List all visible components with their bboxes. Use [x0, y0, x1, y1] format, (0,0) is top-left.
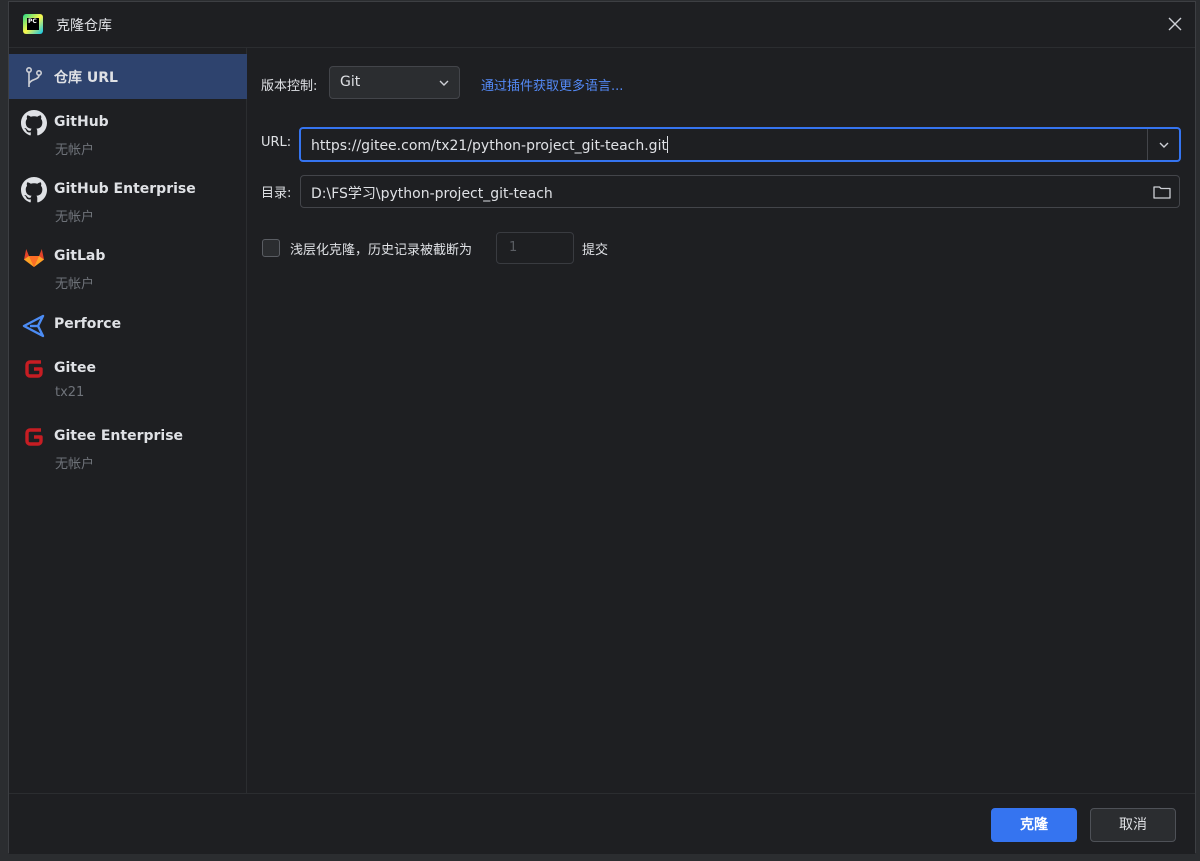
sidebar-item-label: Perforce — [54, 316, 122, 332]
sidebar-item-gitlab[interactable]: GitLab 无帐户 — [9, 237, 247, 300]
sidebar-item-perforce[interactable]: Perforce — [9, 304, 247, 349]
git-branch-icon — [26, 66, 43, 87]
directory-value: D:\FS学习\python-project_git-teach — [311, 186, 553, 202]
sidebar-item-label: 仓库 URL — [54, 70, 118, 86]
clone-form-panel: 版本控制: Git 通过插件获取更多语言... URL: https://git… — [248, 48, 1195, 793]
sidebar-item-github-enterprise[interactable]: GitHub Enterprise 无帐户 — [9, 170, 247, 233]
sidebar-item-account: 无帐户 — [55, 210, 95, 225]
url-history-dropdown[interactable] — [1148, 129, 1179, 160]
url-input[interactable]: https://gitee.com/tx21/python-project_gi… — [299, 127, 1181, 162]
vcs-select-value: Git — [340, 74, 361, 90]
shallow-clone-checkbox[interactable] — [262, 239, 280, 257]
gitee-icon — [25, 428, 43, 446]
plugin-languages-link[interactable]: 通过插件获取更多语言... — [481, 75, 623, 94]
sidebar-item-account: 无帐户 — [55, 143, 95, 158]
sidebar-item-account: 无帐户 — [55, 457, 95, 472]
shallow-depth-value: 1 — [509, 240, 518, 255]
sidebar-item-github[interactable]: GitHub 无帐户 — [9, 103, 247, 166]
browse-folder-button[interactable] — [1151, 181, 1173, 203]
sidebar-item-repository-url[interactable]: 仓库 URL — [9, 54, 247, 99]
sidebar-item-label: Gitee — [54, 360, 96, 376]
close-button[interactable] — [1165, 14, 1185, 34]
sidebar-item-account: 无帐户 — [55, 277, 95, 292]
perforce-icon — [22, 314, 45, 338]
directory-label: 目录: — [261, 186, 292, 201]
text-cursor — [666, 136, 668, 153]
vcs-select[interactable]: Git — [329, 66, 460, 99]
dialog-title: 克隆仓库 — [56, 18, 112, 34]
github-icon — [21, 177, 47, 203]
shallow-clone-suffix: 提交 — [582, 243, 609, 258]
close-icon — [1168, 17, 1182, 31]
shallow-depth-input[interactable]: 1 — [496, 232, 574, 264]
sidebar-item-gitee[interactable]: Gitee tx21 — [9, 349, 247, 412]
sidebar-item-label: GitHub — [54, 114, 109, 130]
chevron-down-icon — [439, 80, 449, 86]
pycharm-icon: PC — [23, 14, 43, 34]
url-label: URL: — [261, 135, 292, 150]
sidebar-item-label: Gitee Enterprise — [54, 428, 184, 444]
folder-icon — [1153, 186, 1171, 199]
vcs-label: 版本控制: — [261, 79, 318, 94]
directory-input[interactable]: D:\FS学习\python-project_git-teach — [300, 175, 1180, 208]
github-icon — [21, 110, 47, 136]
dialog-footer: 克隆 取消 — [9, 793, 1195, 854]
sidebar-item-label: GitLab — [54, 248, 106, 264]
sidebar-item-label: GitHub Enterprise — [54, 181, 196, 197]
chevron-down-icon — [1159, 142, 1169, 148]
clone-source-sidebar: 仓库 URL GitHub 无帐户 GitHub Enterprise 无帐户 … — [9, 48, 247, 793]
title-bar: PC 克隆仓库 — [9, 2, 1195, 48]
clone-button[interactable]: 克隆 — [991, 808, 1077, 842]
gitee-icon — [25, 360, 43, 378]
sidebar-item-gitee-enterprise[interactable]: Gitee Enterprise 无帐户 — [9, 417, 247, 480]
gitlab-icon — [24, 249, 44, 267]
cancel-button[interactable]: 取消 — [1090, 808, 1176, 842]
url-value: https://gitee.com/tx21/python-project_gi… — [311, 138, 667, 154]
shallow-clone-label: 浅层化克隆，历史记录被截断为 — [290, 243, 473, 258]
sidebar-item-account: tx21 — [55, 385, 85, 400]
clone-repository-dialog: PC 克隆仓库 仓库 URL GitHub 无帐户 GitHub Enterpr… — [8, 1, 1196, 854]
